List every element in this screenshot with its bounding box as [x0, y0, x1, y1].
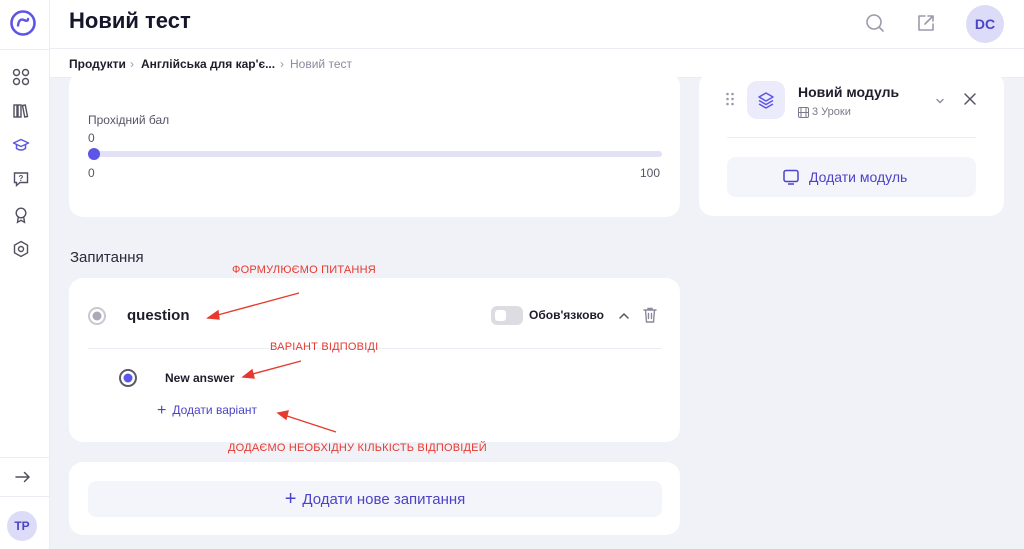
close-icon[interactable] — [963, 92, 977, 106]
breadcrumb-current: Новий тест — [290, 57, 352, 71]
passing-score-value: 0 — [88, 131, 95, 145]
required-toggle[interactable] — [491, 306, 523, 325]
sidebar-divider — [0, 457, 50, 458]
annotation-formulate: ФОРМУЛЮЄМО ПИТАННЯ — [232, 264, 376, 276]
monitor-icon — [783, 169, 799, 185]
sidebar-divider — [0, 49, 50, 50]
passing-score-card — [69, 72, 680, 217]
slider-max-label: 100 — [640, 166, 661, 180]
plus-icon: + — [284, 487, 297, 510]
page-title: Новий тест — [69, 8, 191, 33]
chat-question-icon[interactable]: ? — [12, 170, 30, 188]
sidebar: ? TP — [0, 0, 50, 549]
search-icon[interactable] — [865, 13, 885, 33]
settings-icon[interactable] — [12, 240, 30, 258]
answer-text[interactable]: New answer — [165, 371, 234, 385]
plus-icon: + — [157, 402, 167, 419]
module-divider — [727, 137, 976, 138]
external-link-icon[interactable] — [916, 13, 936, 33]
module-lessons-count: 3 Уроки — [812, 106, 851, 118]
breadcrumb-course[interactable]: Англійська для кар'є... — [141, 57, 275, 71]
slider-handle[interactable] — [88, 148, 100, 160]
drag-handle-icon[interactable] — [725, 92, 735, 106]
questions-section-title: Запитання — [70, 249, 144, 266]
user-avatar[interactable]: TP — [7, 511, 37, 541]
chevron-down-icon[interactable] — [934, 95, 946, 107]
chevron-right-icon: › — [130, 57, 134, 71]
slider-min-label: 0 — [88, 166, 95, 180]
add-variant-button[interactable]: + Додати варіант — [157, 402, 257, 420]
layers-icon — [758, 92, 774, 109]
expand-arrow-icon[interactable] — [14, 468, 32, 486]
svg-text:?: ? — [19, 174, 24, 183]
add-variant-label: Додати варіант — [172, 403, 258, 417]
chevron-right-icon: › — [280, 57, 284, 71]
answer-radio-icon[interactable] — [118, 368, 138, 388]
logo-icon[interactable] — [9, 9, 37, 37]
question-text[interactable]: question — [127, 307, 190, 324]
sidebar-divider — [0, 496, 50, 497]
question-radio-icon[interactable] — [87, 306, 107, 326]
annotation-variant: ВАРІАНТ ВІДПОВІДІ — [270, 341, 379, 353]
annotation-add-answers: ДОДАЄМО НЕОБХІДНУ КІЛЬКІСТЬ ВІДПОВІДЕЙ — [228, 442, 487, 454]
top-header: Новий тест DC — [50, 0, 1024, 49]
module-icon-box — [747, 81, 785, 119]
add-module-label: Додати модуль — [809, 169, 908, 185]
award-icon[interactable] — [12, 206, 30, 224]
add-question-button[interactable]: + Додати нове запитання — [88, 481, 662, 517]
user-avatar[interactable]: DC — [966, 5, 1004, 43]
module-title[interactable]: Новий модуль — [798, 84, 899, 100]
graduation-icon[interactable] — [12, 136, 30, 154]
library-icon[interactable] — [12, 102, 30, 120]
add-question-label: Додати нове запитання — [302, 490, 466, 508]
trash-icon[interactable] — [642, 306, 658, 324]
dashboard-icon[interactable] — [12, 68, 30, 86]
passing-score-label: Прохідний бал — [88, 113, 170, 127]
film-icon — [798, 107, 809, 118]
breadcrumb-products[interactable]: Продукти — [69, 57, 126, 71]
required-label: Обов'язково — [529, 308, 604, 322]
passing-score-slider[interactable] — [94, 151, 662, 157]
add-module-button[interactable]: Додати модуль — [727, 157, 976, 197]
chevron-up-icon[interactable] — [617, 309, 631, 323]
